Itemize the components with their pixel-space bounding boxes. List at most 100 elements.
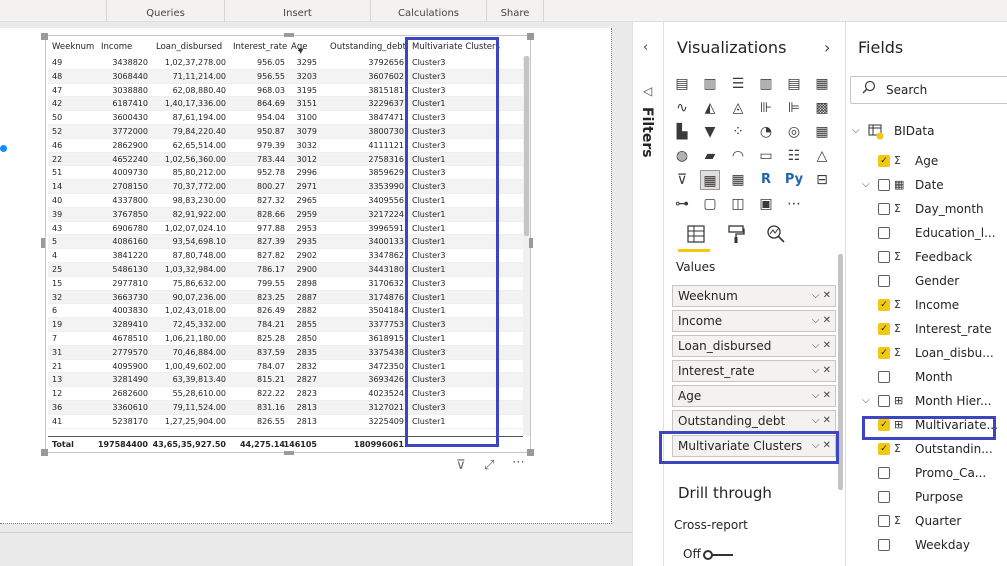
multirow-card-icon[interactable]: ☷ [784,146,804,166]
resize-handle-tr[interactable] [527,33,534,40]
resize-handle-tl[interactable] [41,33,48,40]
clustered-bar-icon[interactable]: ☰ [728,74,748,94]
funnel-icon[interactable]: ▼ [700,122,720,142]
chevron-down-icon[interactable]: ⌵ [852,120,860,142]
filled-map-icon[interactable]: ▰ [700,146,720,166]
100-bar-icon[interactable]: ▤ [784,74,804,94]
field-item[interactable]: Education_l... [846,222,1007,244]
card-icon[interactable]: ▭ [756,146,776,166]
field-item[interactable]: Σ Feedback [846,246,1007,268]
field-item[interactable]: ✓ Σ Loan_disbu... [846,342,1007,364]
field-item[interactable]: ✓ Σ Interest_rate [846,318,1007,340]
value-well-item[interactable]: Age ⌵ ✕ [672,385,836,407]
matrix-icon[interactable]: ▦ [728,170,748,190]
field-checkbox[interactable]: ✓ [878,299,890,311]
toggle-knob[interactable] [703,550,713,560]
well-dropdown-remove-icons[interactable]: ⌵ ✕ [812,336,831,356]
well-dropdown-remove-icons[interactable]: ⌵ ✕ [812,286,831,306]
field-checkbox[interactable] [878,467,890,479]
qa-icon[interactable]: ▢ [700,194,720,214]
stacked-area-icon[interactable]: ◬ [728,98,748,118]
field-item[interactable]: Promo_Ca... [846,462,1007,484]
analytics-magnifier-icon[interactable] [766,224,786,248]
field-checkbox[interactable]: ✓ [878,443,890,455]
column-header-income[interactable]: Income [101,42,132,52]
more-visuals-icon[interactable]: ⋯ [784,194,804,214]
stacked-bar-icon[interactable]: ▤ [672,74,692,94]
field-checkbox[interactable] [878,395,890,407]
line-clustered-icon[interactable]: ⊫ [784,98,804,118]
column-header-weeknum[interactable]: Weeknum [52,42,94,52]
field-item[interactable]: Purpose [846,486,1007,508]
field-checkbox[interactable]: ✓ [878,347,890,359]
well-dropdown-remove-icons[interactable]: ⌵ ✕ [812,361,831,381]
field-checkbox[interactable] [878,515,890,527]
well-dropdown-remove-icons[interactable]: ⌵ ✕ [812,411,831,431]
resize-handle-top[interactable] [284,33,294,37]
field-checkbox[interactable]: ✓ [878,323,890,335]
well-dropdown-remove-icons[interactable]: ⌵ ✕ [812,311,831,331]
column-header-loan-disbursed[interactable]: Loan_disbursed [156,42,222,52]
decomposition-tree-icon[interactable]: ⊶ [672,194,692,214]
field-checkbox[interactable] [878,251,890,263]
field-checkbox[interactable] [878,227,890,239]
resize-handle-left[interactable] [41,238,45,248]
filters-pane[interactable]: ‹ ◁ Filters [632,22,664,566]
field-item[interactable]: ⌵ ▦ Date [846,174,1007,196]
treemap-icon[interactable]: ▦ [812,122,832,142]
field-checkbox[interactable] [878,539,890,551]
fields-tab-icon[interactable] [686,224,706,248]
field-item[interactable]: Σ Day_month [846,198,1007,220]
field-item[interactable]: ⌵ ⊞ Month Hier... [846,390,1007,412]
resize-handle-br[interactable] [527,449,534,456]
field-item[interactable]: ✓ Σ Income [846,294,1007,316]
more-options-icon[interactable]: ⋯ [512,455,525,470]
field-item[interactable]: Σ Quarter [846,510,1007,532]
waterfall-icon[interactable]: ▙ [672,122,692,142]
collapse-chevron-icon[interactable]: ‹ [643,40,648,55]
field-checkbox[interactable] [878,203,890,215]
resize-handle-bottom[interactable] [284,451,294,455]
field-item[interactable]: ✓ Σ Age [846,150,1007,172]
field-item[interactable]: Weekday [846,534,1007,556]
field-checkbox[interactable] [878,275,890,287]
value-well-item[interactable]: Loan_disbursed ⌵ ✕ [672,335,836,357]
filter-icon[interactable]: ⊽ [456,458,466,473]
resize-handle-bl[interactable] [41,449,48,456]
paginated-icon[interactable]: ▣ [756,194,776,214]
value-well-item[interactable]: Income ⌵ ✕ [672,310,836,332]
well-dropdown-remove-icons[interactable]: ⌵ ✕ [812,386,831,406]
100-column-icon[interactable]: ▦ [812,74,832,94]
table-scroll-thumb[interactable] [524,56,529,236]
r-visual-icon[interactable]: R [756,170,776,190]
table-node-bidata[interactable]: ⌵ BIData [846,120,1007,142]
value-well-item[interactable]: Weeknum ⌵ ✕ [672,285,836,307]
pie-icon[interactable]: ◔ [756,122,776,142]
chevron-down-icon[interactable]: ⌵ [862,174,870,196]
field-item[interactable]: ✓ Σ Outstandin... [846,438,1007,460]
gauge-icon[interactable]: ◠ [728,146,748,166]
key-influencers-icon[interactable]: ⊟ [812,170,832,190]
ribbon-chart-icon[interactable]: ▩ [812,98,832,118]
value-well-item[interactable]: Outstanding_debt ⌵ ✕ [672,410,836,432]
filters-label[interactable]: Filters [639,107,655,158]
line-column-icon[interactable]: ⊪ [756,98,776,118]
area-chart-icon[interactable]: ◭ [700,98,720,118]
column-header-interest-rate[interactable]: Interest_rate [233,42,287,52]
clustered-column-icon[interactable]: ▥ [756,74,776,94]
python-visual-icon[interactable]: Py [784,170,804,190]
cross-report-toggle[interactable] [703,550,733,560]
value-well-item[interactable]: Interest_rate ⌵ ✕ [672,360,836,382]
field-checkbox[interactable] [878,491,890,503]
slicer-icon[interactable]: ⊽ [672,170,692,190]
chevron-down-icon[interactable]: ⌵ [862,390,870,412]
focus-mode-icon[interactable]: ⤢ [484,458,494,473]
field-item[interactable]: Month [846,366,1007,388]
expand-chevron-icon[interactable]: › [824,38,830,57]
field-checkbox[interactable]: ✓ [878,155,890,167]
stacked-column-icon[interactable]: ▥ [700,74,720,94]
field-checkbox[interactable] [878,371,890,383]
column-header-outstanding-debt[interactable]: Outstanding_debt [330,42,406,52]
field-item[interactable]: Gender [846,270,1007,292]
resize-handle-right[interactable] [529,238,533,248]
